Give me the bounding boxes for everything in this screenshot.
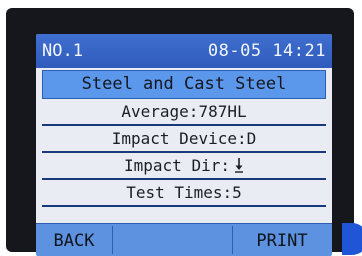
test-times-row: Test Times:5 — [42, 180, 326, 205]
impact-device-row: Impact Device:D — [42, 126, 326, 151]
back-button[interactable]: BACK — [36, 224, 112, 256]
impact-dir-row: Impact Dir: — [42, 153, 326, 178]
test-times-value: Test Times:5 — [126, 183, 242, 202]
impact-dir-label: Impact Dir: — [124, 156, 230, 175]
material-title: Steel and Cast Steel — [42, 70, 326, 99]
side-hardware-button[interactable] — [342, 223, 362, 255]
row-divider — [42, 205, 326, 207]
date-time: 08-05 14:21 — [207, 41, 326, 61]
down-arrow-icon — [234, 158, 243, 173]
average-value: Average:787HL — [121, 102, 247, 121]
softkey-empty[interactable] — [112, 224, 232, 256]
average-row: Average:787HL — [42, 99, 326, 124]
status-bar: NO.1 08-05 14:21 — [36, 34, 332, 68]
lcd-screen: NO.1 08-05 14:21 Steel and Cast Steel Av… — [36, 34, 332, 256]
hardness-tester-device: NO.1 08-05 14:21 Steel and Cast Steel Av… — [6, 8, 362, 256]
measurement-number: NO.1 — [42, 41, 83, 61]
impact-device-value: Impact Device:D — [111, 129, 257, 148]
softkey-bar: BACK PRINT — [36, 223, 332, 256]
print-button[interactable]: PRINT — [232, 224, 332, 256]
